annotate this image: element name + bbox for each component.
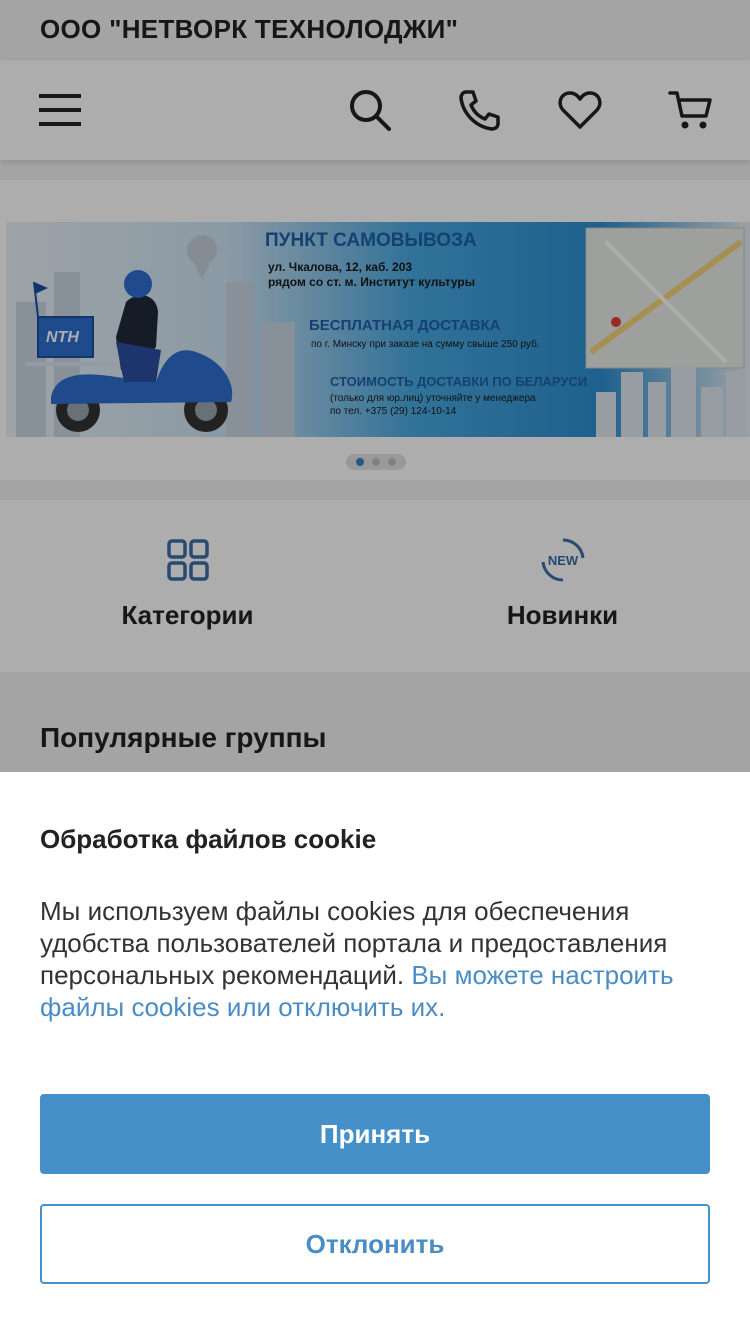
cookie-consent-dialog: Обработка файлов cookie Мы используем фа… <box>0 772 750 1334</box>
accept-cookies-button[interactable]: Принять <box>40 1094 710 1174</box>
cookie-text: Мы используем файлы cookies для обеспече… <box>40 895 710 1023</box>
decline-cookies-button[interactable]: Отклонить <box>40 1204 710 1284</box>
page: ООО "НЕТВОРК ТЕХНОЛОДЖИ" NTH ПУНКТ САМОВ… <box>0 0 750 1334</box>
cookie-title: Обработка файлов cookie <box>40 824 377 854</box>
